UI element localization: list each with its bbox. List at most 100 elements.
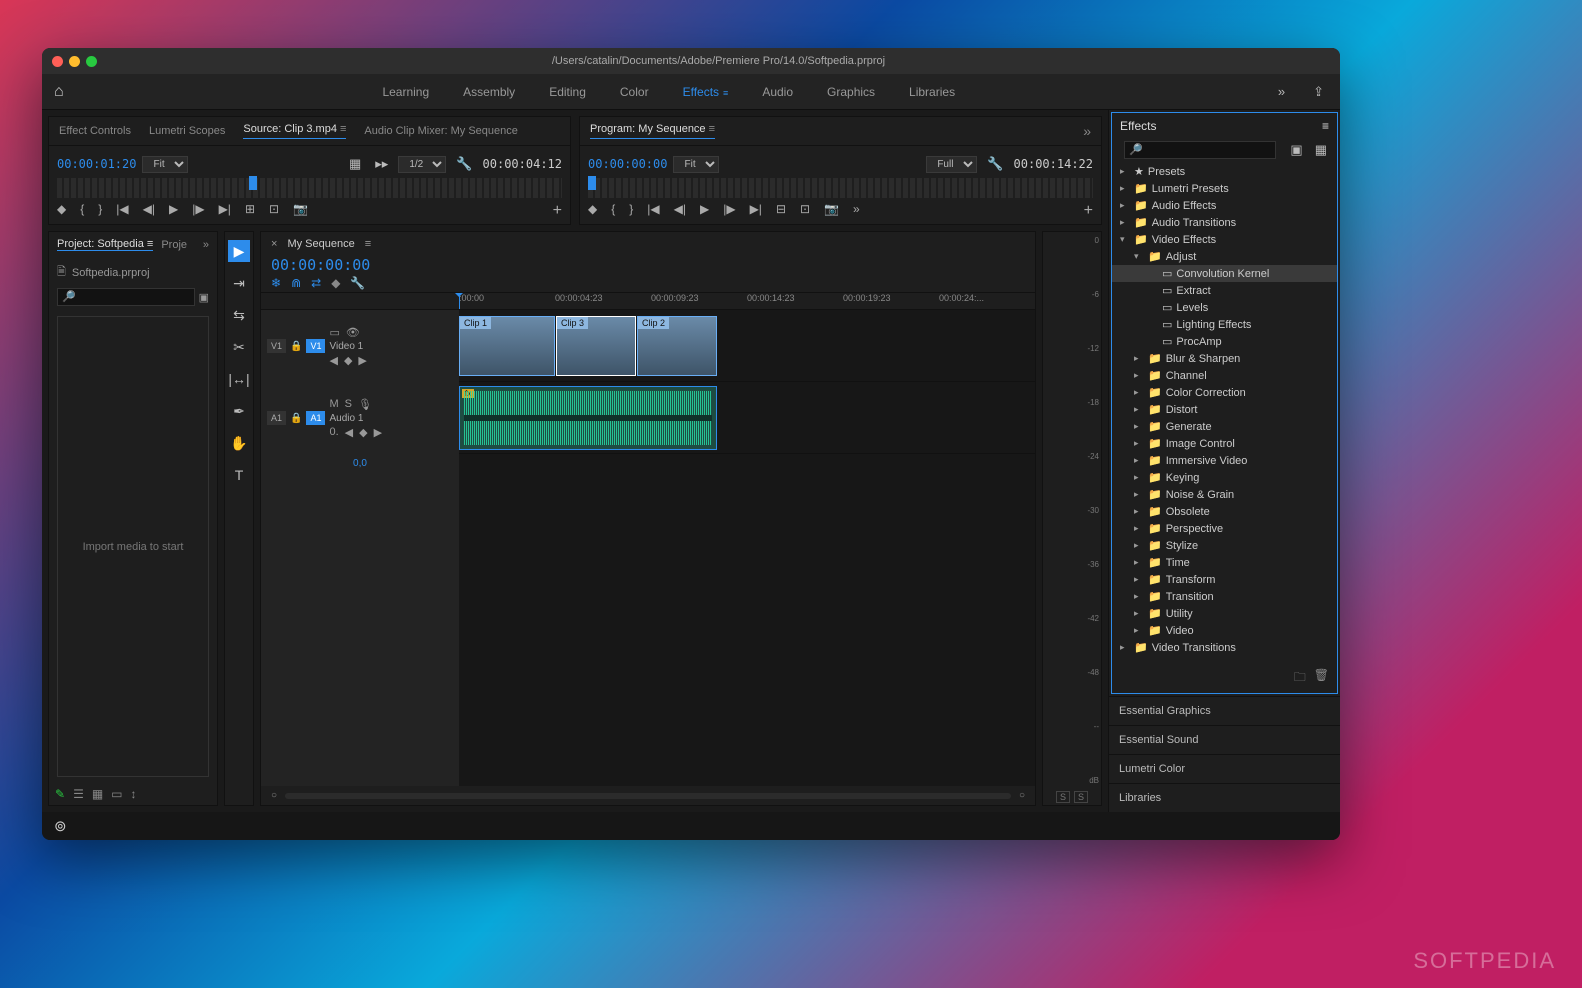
sequence-menu-icon[interactable]: ≡ — [365, 238, 371, 250]
tab-lumetri-scopes[interactable]: Lumetri Scopes — [149, 125, 225, 137]
timeline-tc[interactable]: 00:00:00:00 — [261, 256, 1035, 274]
tab-audio-clip-mixer[interactable]: Audio Clip Mixer: My Sequence — [364, 125, 517, 137]
hand-tool-icon[interactable]: ✋ — [228, 432, 250, 454]
fx-item-immersive-video[interactable]: ▸📁Immersive Video — [1112, 452, 1337, 469]
type-tool-icon[interactable]: T — [228, 464, 250, 486]
timeline-ruler[interactable]: :00:0000:00:04:2300:00:09:2300:00:14:230… — [261, 292, 1035, 310]
panel-menu-icon[interactable]: ≡ — [1322, 119, 1329, 133]
keyframe-next-icon[interactable]: ▶ — [374, 426, 382, 439]
toggle-track-output-icon[interactable]: ▭ — [329, 326, 339, 339]
minimize-icon[interactable] — [69, 56, 80, 67]
fx-item-transform[interactable]: ▸📁Transform — [1112, 571, 1337, 588]
fx-item-video-effects[interactable]: ▾📁Video Effects — [1112, 231, 1337, 248]
keyframe-add-icon[interactable]: ◆ — [344, 354, 352, 367]
icon-view-icon[interactable]: ▦ — [92, 787, 103, 801]
ws-tab-editing[interactable]: Editing — [549, 85, 586, 99]
program-scrubber[interactable] — [588, 178, 1093, 198]
ws-tab-graphics[interactable]: Graphics — [827, 85, 875, 99]
fx-item-keying[interactable]: ▸📁Keying — [1112, 469, 1337, 486]
panel-essential-sound[interactable]: Essential Sound — [1109, 725, 1340, 754]
effects-search-input[interactable] — [1124, 141, 1276, 159]
fx-item-generate[interactable]: ▸📁Generate — [1112, 418, 1337, 435]
selection-tool-icon[interactable]: ▶ — [228, 240, 250, 262]
panel-essential-graphics[interactable]: Essential Graphics — [1109, 696, 1340, 725]
share-icon[interactable]: ⇪ — [1309, 82, 1328, 102]
play-icon[interactable]: ▶ — [169, 202, 178, 220]
out-icon[interactable]: } — [98, 202, 102, 220]
source-zoom-select[interactable]: Fit — [142, 156, 188, 173]
tab-project-overflow[interactable]: Proje — [161, 239, 187, 251]
keyframe-prev-icon[interactable]: ◀ — [329, 354, 337, 367]
project-search-input[interactable] — [57, 288, 195, 306]
fx-item-distort[interactable]: ▸📁Distort — [1112, 401, 1337, 418]
keyframe-next-icon[interactable]: ▶ — [358, 354, 366, 367]
pen-tool-icon[interactable]: ✒ — [228, 400, 250, 422]
fx-item-audio-transitions[interactable]: ▸📁Audio Transitions — [1112, 214, 1337, 231]
freeform-view-icon[interactable]: ▭ — [111, 787, 122, 801]
clip-2[interactable]: Clip 2 — [637, 316, 717, 376]
track-select-tool-icon[interactable]: ⇥ — [228, 272, 250, 294]
step-back-icon[interactable]: ◀| — [143, 202, 155, 220]
wrench-icon[interactable]: 🔧 — [452, 154, 476, 174]
add-button-icon[interactable]: + — [553, 202, 562, 220]
new-bin-icon[interactable]: ▣ — [1286, 140, 1306, 160]
lock-icon[interactable]: 🔒 — [290, 341, 302, 352]
fx-item-levels[interactable]: ▭Levels — [1112, 299, 1337, 316]
ws-tab-audio[interactable]: Audio — [762, 85, 793, 99]
ws-tab-effects[interactable]: Effects≡ — [683, 85, 729, 99]
source-settings-icon[interactable]: ▦ — [345, 154, 365, 174]
fx-item-time[interactable]: ▸📁Time — [1112, 554, 1337, 571]
ws-tab-learning[interactable]: Learning — [382, 85, 429, 99]
link-icon[interactable]: ⇄ — [311, 276, 321, 290]
tab-source-clip[interactable]: Source: Clip 3.mp4 ≡ — [243, 123, 346, 139]
track-a1-header[interactable]: A1 🔒 A1 MS🎙 Audio 1 0.◀◆▶ — [261, 382, 459, 454]
marker-tool-icon[interactable]: ◆ — [331, 276, 340, 290]
fx-item-blur-sharpen[interactable]: ▸📁Blur & Sharpen — [1112, 350, 1337, 367]
fx-item-noise-grain[interactable]: ▸📁Noise & Grain — [1112, 486, 1337, 503]
ws-tab-libraries[interactable]: Libraries — [909, 85, 955, 99]
ws-tab-assembly[interactable]: Assembly — [463, 85, 515, 99]
tab-program[interactable]: Program: My Sequence ≡ — [590, 123, 715, 139]
export-frame-icon[interactable]: 📷 — [293, 202, 308, 220]
solo-left[interactable]: S — [1056, 791, 1070, 803]
fx-item-adjust[interactable]: ▾📁Adjust — [1112, 248, 1337, 265]
source-res-select[interactable]: 1/2 — [398, 156, 446, 173]
fx-item-presets[interactable]: ▸★Presets — [1112, 163, 1337, 180]
fx-item-stylize[interactable]: ▸📁Stylize — [1112, 537, 1337, 554]
sort-icon[interactable]: ↕ — [131, 787, 137, 801]
fx-item-lumetri-presets[interactable]: ▸📁Lumetri Presets — [1112, 180, 1337, 197]
fx-item-channel[interactable]: ▸📁Channel — [1112, 367, 1337, 384]
source-patch-v1[interactable]: V1 — [267, 339, 286, 353]
ripple-tool-icon[interactable]: ⇆ — [228, 304, 250, 326]
creative-cloud-icon[interactable]: ⊚ — [54, 817, 67, 835]
fx-item-video[interactable]: ▸📁Video — [1112, 622, 1337, 639]
playhead-icon[interactable] — [459, 293, 460, 309]
clip-3[interactable]: Clip 3 — [556, 316, 636, 376]
solo-right[interactable]: S — [1074, 791, 1088, 803]
source-patch-a1[interactable]: A1 — [267, 411, 286, 425]
extract-icon[interactable]: ⊡ — [800, 202, 810, 220]
fx-item-extract[interactable]: ▭Extract — [1112, 282, 1337, 299]
tab-effect-controls[interactable]: Effect Controls — [59, 125, 131, 137]
insert-icon[interactable]: ⊞ — [245, 202, 255, 220]
panel-libraries[interactable]: Libraries — [1109, 783, 1340, 812]
out-icon[interactable]: } — [629, 202, 633, 220]
overflow-icon[interactable]: » — [853, 202, 860, 220]
step-fwd-icon[interactable]: |▶ — [723, 202, 735, 220]
fx-item-convolution-kernel[interactable]: ▭Convolution Kernel — [1112, 265, 1337, 282]
ws-tab-color[interactable]: Color — [620, 85, 649, 99]
fx-item-lighting-effects[interactable]: ▭Lighting Effects — [1112, 316, 1337, 333]
track-target-v1[interactable]: V1 — [306, 339, 325, 353]
import-dropzone[interactable]: Import media to start — [57, 316, 209, 777]
custom-bin-icon[interactable]: ▦ — [1311, 140, 1331, 160]
audio-track-row[interactable]: fx — [459, 382, 1035, 454]
new-folder-icon[interactable]: 🗀 — [1294, 668, 1306, 689]
fx-item-color-correction[interactable]: ▸📁Color Correction — [1112, 384, 1337, 401]
add-button-icon[interactable]: + — [1084, 202, 1093, 220]
marker-icon[interactable]: ◆ — [588, 202, 597, 220]
audio-clip[interactable]: fx — [459, 386, 717, 450]
source-vr-icon[interactable]: ▸▸ — [371, 154, 392, 174]
snap-icon[interactable]: ❄ — [271, 276, 281, 290]
keyframe-add-icon[interactable]: ◆ — [359, 426, 367, 439]
fx-item-transition[interactable]: ▸📁Transition — [1112, 588, 1337, 605]
